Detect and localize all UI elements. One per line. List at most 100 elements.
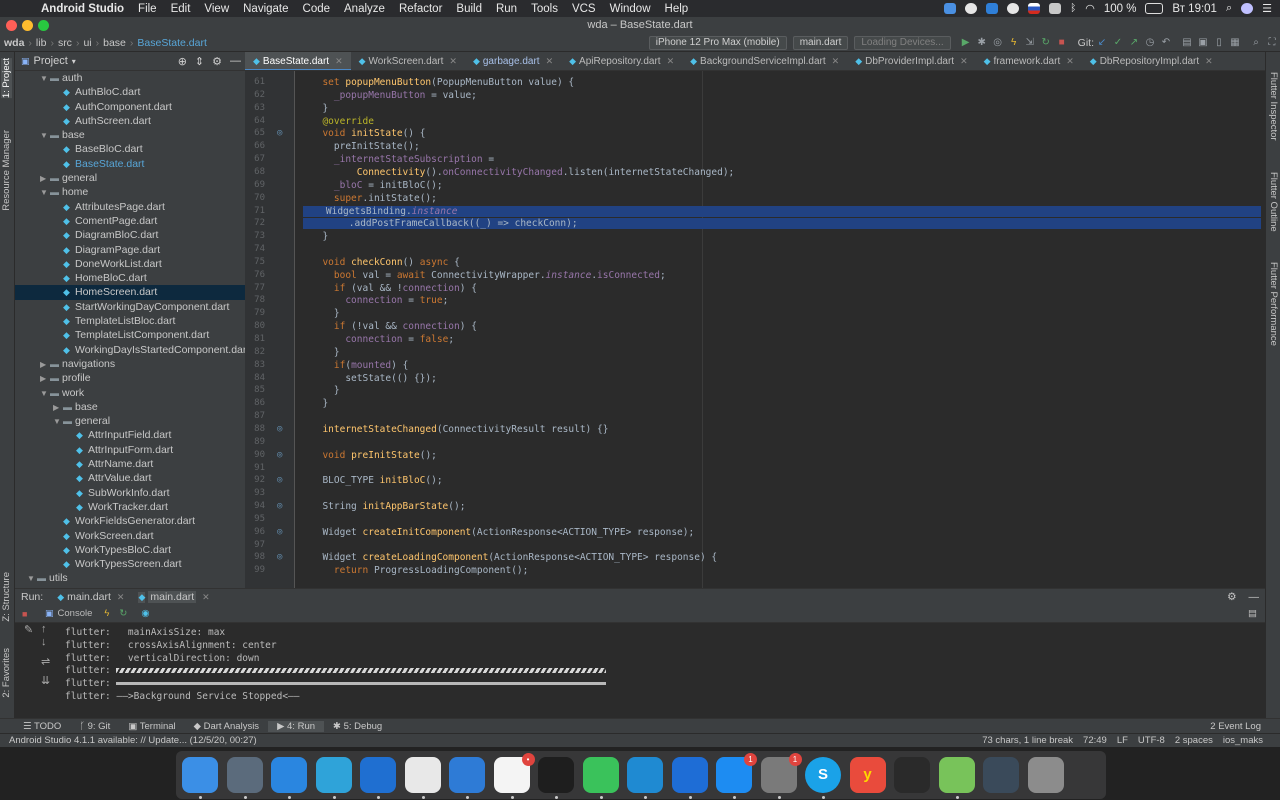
override-marker-icon[interactable]: ◎ bbox=[277, 501, 282, 511]
menu-view[interactable]: View bbox=[197, 3, 236, 15]
stop-run-icon[interactable]: ■ bbox=[22, 609, 27, 619]
run-tab-main-1[interactable]: main.dart bbox=[67, 591, 111, 603]
override-marker-icon[interactable]: ◎ bbox=[277, 527, 282, 537]
teamviewer-tray-icon[interactable] bbox=[986, 3, 999, 14]
locate-file-icon[interactable]: ⊕ bbox=[178, 55, 187, 68]
close-tab-icon[interactable]: ✕ bbox=[960, 56, 968, 66]
tree-file[interactable]: ◆ ComentPage.dart bbox=[15, 214, 245, 228]
terminal-tool-tab[interactable]: ▣ Terminal bbox=[119, 721, 184, 732]
chevron-down-icon[interactable]: ▼ bbox=[40, 387, 50, 401]
code-line[interactable]: set popupMenuButton(PopupMenuButton valu… bbox=[311, 77, 574, 88]
trash-icon[interactable] bbox=[1027, 757, 1064, 793]
clock[interactable]: Вт 19:01 bbox=[1172, 3, 1217, 15]
close-tab-icon[interactable]: ✕ bbox=[832, 56, 840, 66]
tree-file[interactable]: ◆ WorkingDayIsStartedComponent.dar bbox=[15, 343, 245, 357]
tree-file[interactable]: ◆ BaseBloC.dart bbox=[15, 142, 245, 156]
teamviewer-icon[interactable] bbox=[671, 757, 708, 793]
code-line[interactable]: } bbox=[311, 347, 340, 358]
code-line[interactable]: Widget createLoadingComponent(ActionResp… bbox=[311, 552, 717, 563]
battery-icon[interactable] bbox=[1145, 3, 1164, 14]
line-number-gutter[interactable]: 61 62 63 64 65 ◎ 66 67 68 69 70 71 72 73 74 75 76 77 78 79 8… bbox=[245, 71, 295, 588]
breadcrumb-src[interactable]: src bbox=[54, 37, 76, 49]
battery-percent[interactable]: 100 % bbox=[1104, 3, 1137, 15]
editor-tab[interactable]: ◆ BackgroundServiceImpl.dart ✕ bbox=[682, 52, 847, 70]
editor-tab[interactable]: ◆ framework.dart ✕ bbox=[976, 52, 1082, 70]
code-line[interactable]: if (!val && connection) { bbox=[311, 321, 477, 332]
chevron-down-icon[interactable]: ▼ bbox=[40, 72, 50, 86]
dropbox-icon[interactable] bbox=[944, 3, 957, 14]
code-line[interactable]: } bbox=[311, 231, 328, 242]
override-marker-icon[interactable]: ◎ bbox=[277, 450, 282, 460]
code-line[interactable]: preInitState(); bbox=[311, 141, 420, 152]
menu-app-name[interactable]: Android Studio bbox=[34, 3, 131, 15]
code-line[interactable]: WidgetsBinding.instance bbox=[303, 205, 1261, 217]
chevron-right-icon[interactable]: ▶ bbox=[40, 372, 50, 386]
chevron-right-icon[interactable]: ▶ bbox=[40, 172, 50, 186]
menu-help[interactable]: Help bbox=[658, 3, 696, 15]
project-tool-tab[interactable]: 1: Project bbox=[1, 58, 12, 99]
hide-run-panel-icon[interactable]: — bbox=[1249, 591, 1260, 603]
hot-restart-icon[interactable]: ↻ bbox=[1039, 37, 1053, 48]
console-tab[interactable]: Console bbox=[58, 608, 93, 619]
git-rollback-icon[interactable]: ↶ bbox=[1159, 37, 1173, 48]
project-structure-icon[interactable]: ▤ bbox=[1180, 37, 1194, 48]
chevron-right-icon[interactable]: ▶ bbox=[40, 358, 50, 372]
bluetooth-icon[interactable]: ᛒ bbox=[1070, 3, 1076, 14]
favorites-tool-tab[interactable]: 2: Favorites bbox=[1, 648, 12, 698]
close-tab-icon[interactable]: ✕ bbox=[546, 56, 554, 66]
todo-tool-tab[interactable]: ☰ TODO bbox=[14, 721, 70, 732]
chevron-right-icon[interactable]: ▶ bbox=[53, 401, 63, 415]
launchpad-icon[interactable] bbox=[226, 757, 263, 793]
tree-file[interactable]: ◆ AttrValue.dart bbox=[15, 471, 245, 485]
tree-file[interactable]: ◆ StartWorkingDayComponent.dart bbox=[15, 300, 245, 314]
profile-icon[interactable]: ◎ bbox=[991, 37, 1005, 48]
flutter-outline-tool-tab[interactable]: Flutter Outline bbox=[1268, 172, 1279, 232]
hot-restart-run-icon[interactable]: ↻ bbox=[119, 608, 127, 619]
run-tool-tab[interactable]: ▶ 4: Run bbox=[268, 720, 325, 732]
code-line[interactable]: } bbox=[311, 385, 340, 396]
screen-tray-icon[interactable] bbox=[1049, 3, 1062, 14]
terminal-icon[interactable] bbox=[538, 757, 574, 793]
chevron-down-icon[interactable]: ▼ bbox=[27, 572, 37, 586]
breadcrumb-ui[interactable]: ui bbox=[79, 37, 95, 49]
code-line[interactable]: } bbox=[311, 308, 340, 319]
tree-file[interactable]: ◆ AttrInputField.dart bbox=[15, 428, 245, 442]
editor-tab[interactable]: ◆ ApiRepository.dart ✕ bbox=[561, 52, 682, 70]
flutter-performance-tool-tab[interactable]: Flutter Performance bbox=[1268, 262, 1279, 346]
editor-tab[interactable]: ◆ garbage.dart ✕ bbox=[465, 52, 561, 70]
yandex-icon[interactable]: y bbox=[849, 757, 886, 793]
activity-monitor-icon[interactable] bbox=[894, 757, 930, 793]
xcode-icon[interactable] bbox=[360, 757, 396, 793]
code-line[interactable]: _internetStateSubscription = bbox=[311, 154, 494, 165]
check-tray-icon[interactable] bbox=[1007, 3, 1020, 14]
override-marker-icon[interactable]: ◎ bbox=[277, 128, 282, 138]
tree-folder[interactable]: ▼ ▬ work bbox=[15, 386, 245, 400]
tree-file[interactable]: ◆ TemplateListComponent.dart bbox=[15, 328, 245, 342]
tree-file[interactable]: ◆ AttrInputForm.dart bbox=[15, 443, 245, 457]
wifi-icon[interactable]: ◠ bbox=[1085, 2, 1095, 15]
device-selector[interactable]: iPhone 12 Pro Max (mobile) bbox=[648, 35, 787, 50]
pin-tab-icon[interactable]: ✎ bbox=[24, 623, 33, 636]
code-line[interactable]: } bbox=[311, 103, 328, 114]
attach-debugger-icon[interactable]: ⇲ bbox=[1023, 37, 1037, 48]
breadcrumb-project[interactable]: wda bbox=[0, 37, 28, 49]
code-line[interactable]: connection = true; bbox=[311, 295, 448, 306]
code-line[interactable]: if(mounted) { bbox=[311, 360, 408, 371]
tree-folder[interactable]: ▼ ▬ auth bbox=[15, 71, 245, 85]
russian-flag-icon[interactable] bbox=[1028, 3, 1041, 14]
hide-panel-icon[interactable]: — bbox=[230, 55, 241, 67]
close-tab-icon[interactable]: ✕ bbox=[117, 592, 125, 603]
code-line[interactable]: super.initState(); bbox=[311, 193, 437, 204]
status-line-separator[interactable]: LF bbox=[1112, 735, 1133, 746]
git-history-icon[interactable]: ◷ bbox=[1143, 37, 1157, 48]
git-update-icon[interactable]: ↙ bbox=[1095, 37, 1109, 48]
spotlight-search-icon[interactable]: ⌕ bbox=[1226, 2, 1232, 15]
editor-tab[interactable]: ◆ WorkScreen.dart ✕ bbox=[351, 52, 465, 70]
close-tab-icon[interactable]: ✕ bbox=[667, 56, 675, 66]
code-line[interactable]: connection = false; bbox=[311, 334, 454, 345]
code-line[interactable]: Widget createInitComponent(ActionRespons… bbox=[311, 527, 694, 538]
menu-analyze[interactable]: Analyze bbox=[337, 3, 392, 15]
close-tab-icon[interactable]: ✕ bbox=[202, 592, 210, 603]
debug-tool-tab[interactable]: ✱ 5: Debug bbox=[324, 721, 391, 732]
menu-refactor[interactable]: Refactor bbox=[392, 3, 449, 15]
